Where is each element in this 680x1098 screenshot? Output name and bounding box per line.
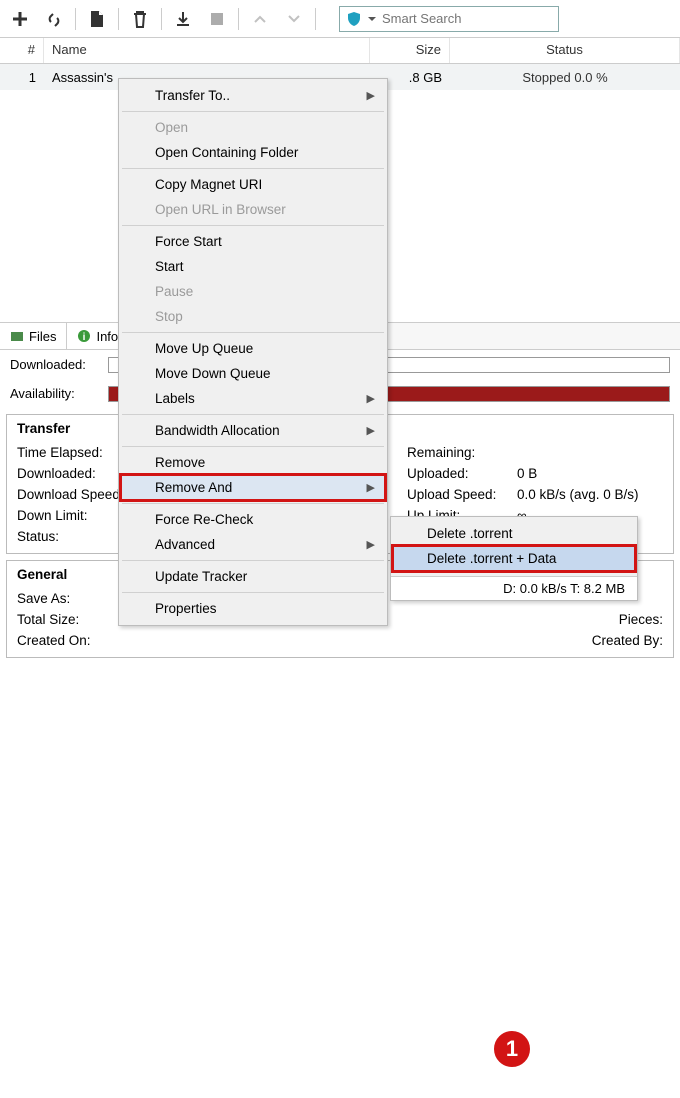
menu-remove[interactable]: Remove <box>121 450 385 475</box>
menu-properties[interactable]: Properties <box>121 596 385 621</box>
shield-icon <box>346 11 362 27</box>
add-torrent-button[interactable] <box>4 3 36 35</box>
menu-open-containing-folder[interactable]: Open Containing Folder <box>121 140 385 165</box>
menu-force-start[interactable]: Force Start <box>121 229 385 254</box>
chevron-right-icon: ▶ <box>367 538 375 551</box>
menu-advanced[interactable]: Advanced▶ <box>121 532 385 557</box>
downloaded-label: Downloaded: <box>10 357 100 372</box>
context-menu: Transfer To..▶ Open Open Containing Fold… <box>118 78 388 626</box>
tab-label: Info <box>96 329 118 344</box>
created-by-label: Created By: <box>573 633 663 648</box>
annotation-badge-1: 1 <box>491 1028 533 1070</box>
speed-status: D: 0.0 kB/s T: 8.2 MB <box>503 581 625 596</box>
chevron-right-icon: ▶ <box>367 481 375 494</box>
menu-labels[interactable]: Labels▶ <box>121 386 385 411</box>
upload-speed-value: 0.0 kB/s (avg. 0 B/s) <box>517 487 639 502</box>
stop-icon <box>210 12 224 26</box>
trash-icon <box>132 10 148 28</box>
chevron-down-icon <box>287 12 301 26</box>
chevron-right-icon: ▶ <box>367 424 375 437</box>
uploaded-value: 0 B <box>517 466 537 481</box>
toolbar-separator <box>238 8 239 30</box>
menu-separator <box>122 332 384 333</box>
menu-transfer-to[interactable]: Transfer To..▶ <box>121 83 385 108</box>
torrent-table-header: # Name Size Status <box>0 38 680 64</box>
add-url-button[interactable] <box>38 3 70 35</box>
menu-open[interactable]: Open <box>121 115 385 140</box>
cell-number: 1 <box>0 67 44 88</box>
create-torrent-button[interactable] <box>81 3 113 35</box>
chevron-right-icon: ▶ <box>367 392 375 405</box>
status-bar: D: 0.0 kB/s T: 8.2 MB <box>391 576 637 600</box>
menu-separator <box>122 592 384 593</box>
menu-update-tracker[interactable]: Update Tracker <box>121 564 385 589</box>
download-icon <box>174 10 192 28</box>
column-size[interactable]: Size <box>370 38 450 63</box>
menu-separator <box>122 503 384 504</box>
toolbar-separator <box>161 8 162 30</box>
menu-start[interactable]: Start <box>121 254 385 279</box>
menu-separator <box>122 560 384 561</box>
menu-force-recheck[interactable]: Force Re-Check <box>121 507 385 532</box>
chevron-right-icon: ▶ <box>367 89 375 102</box>
toolbar-separator <box>315 8 316 30</box>
menu-pause[interactable]: Pause <box>121 279 385 304</box>
toolbar-separator <box>118 8 119 30</box>
remaining-label: Remaining: <box>407 445 517 460</box>
dropdown-icon <box>368 15 376 23</box>
menu-separator <box>122 225 384 226</box>
chevron-up-icon <box>253 12 267 26</box>
created-on-label: Created On: <box>17 633 145 648</box>
toolbar-separator <box>75 8 76 30</box>
file-icon <box>89 10 105 28</box>
column-status[interactable]: Status <box>450 38 680 63</box>
stop-button[interactable] <box>201 3 233 35</box>
info-icon: i <box>77 329 91 343</box>
column-name[interactable]: Name <box>44 38 370 63</box>
remove-button[interactable] <box>124 3 156 35</box>
menu-separator <box>122 414 384 415</box>
menu-move-down-queue[interactable]: Move Down Queue <box>121 361 385 386</box>
move-up-button[interactable] <box>244 3 276 35</box>
availability-label: Availability: <box>10 386 100 401</box>
plus-icon <box>11 10 29 28</box>
menu-open-url-in-browser[interactable]: Open URL in Browser <box>121 197 385 222</box>
cell-status: Stopped 0.0 % <box>450 67 680 88</box>
menu-remove-and[interactable]: Remove And▶ <box>121 475 385 500</box>
start-button[interactable] <box>167 3 199 35</box>
menu-stop[interactable]: Stop <box>121 304 385 329</box>
menu-separator <box>122 446 384 447</box>
remove-and-submenu: Delete .torrent Delete .torrent + Data D… <box>390 516 638 601</box>
menu-move-up-queue[interactable]: Move Up Queue <box>121 336 385 361</box>
submenu-delete-torrent-data[interactable]: Delete .torrent + Data <box>393 546 635 571</box>
uploaded-label: Uploaded: <box>407 466 517 481</box>
menu-separator <box>122 111 384 112</box>
column-number[interactable]: # <box>0 38 44 63</box>
search-box[interactable] <box>339 6 559 32</box>
submenu-delete-torrent[interactable]: Delete .torrent <box>393 521 635 546</box>
upload-speed-label: Upload Speed: <box>407 487 517 502</box>
tab-label: Files <box>29 329 56 344</box>
menu-bandwidth-allocation[interactable]: Bandwidth Allocation▶ <box>121 418 385 443</box>
move-down-button[interactable] <box>278 3 310 35</box>
svg-text:i: i <box>83 332 86 343</box>
tab-files[interactable]: Files <box>0 323 67 349</box>
folder-icon <box>10 329 24 343</box>
link-icon <box>45 10 63 28</box>
search-input[interactable] <box>382 11 552 26</box>
pieces-label: Pieces: <box>583 612 663 627</box>
main-toolbar <box>0 0 680 38</box>
menu-separator <box>122 168 384 169</box>
menu-copy-magnet-uri[interactable]: Copy Magnet URI <box>121 172 385 197</box>
